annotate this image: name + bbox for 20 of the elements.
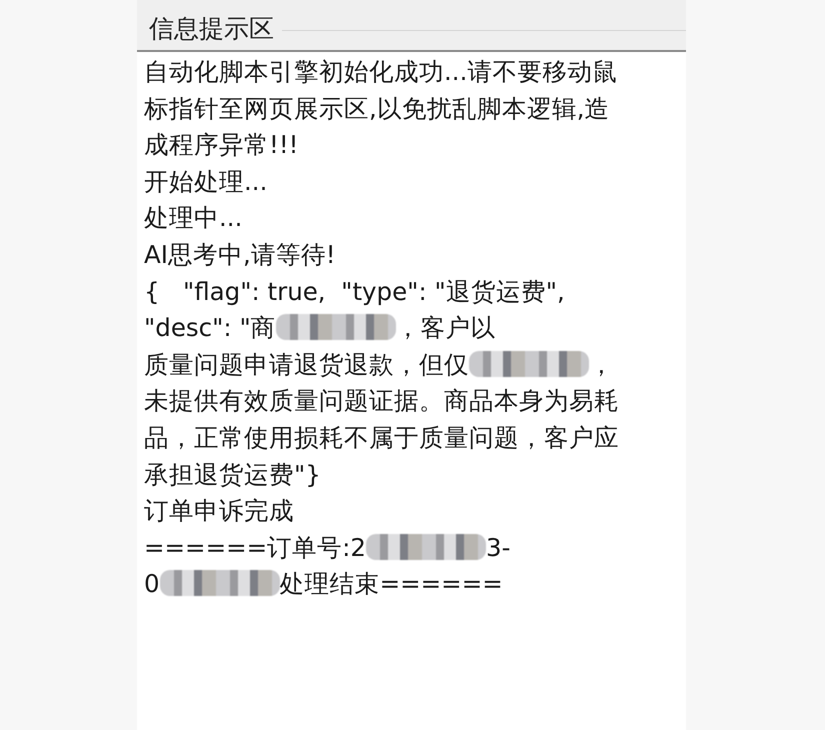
- log-text: 开始处理...: [144, 166, 268, 196]
- log-text: 未提供有效质量问题证据。商品本身为易耗: [144, 386, 619, 416]
- log-text: 3-: [486, 532, 510, 562]
- log-text: 标指针至网页展示区,以免扰乱脚本逻辑,造: [144, 94, 610, 123]
- log-text: 成程序异常!!!: [144, 130, 298, 160]
- log-text: 自动化脚本引擎初始化成功...请不要移动鼠: [144, 57, 618, 86]
- panel-title: 信息提示区: [149, 12, 274, 44]
- log-text: 订单申诉完成: [144, 496, 294, 526]
- log-text: ，: [589, 350, 614, 379]
- log-text: "desc": "商: [144, 313, 276, 342]
- log-text: 处理结束======: [280, 569, 503, 598]
- log-text: ，客户以: [396, 313, 496, 342]
- log-text: { "flag": true, "type": "退货运费",: [144, 276, 565, 306]
- log-text: 品，正常使用损耗不属于质量问题，客户应: [144, 422, 619, 452]
- log-text: AI思考中,请等待!: [144, 240, 336, 269]
- log-text: 0: [144, 569, 160, 598]
- log-text: 承担退货运费"}: [144, 460, 321, 489]
- log-text: 处理中...: [144, 203, 242, 232]
- log-text: 质量问题申请退货退款，但仅: [144, 350, 469, 379]
- log-text: ======订单号:2: [144, 532, 366, 562]
